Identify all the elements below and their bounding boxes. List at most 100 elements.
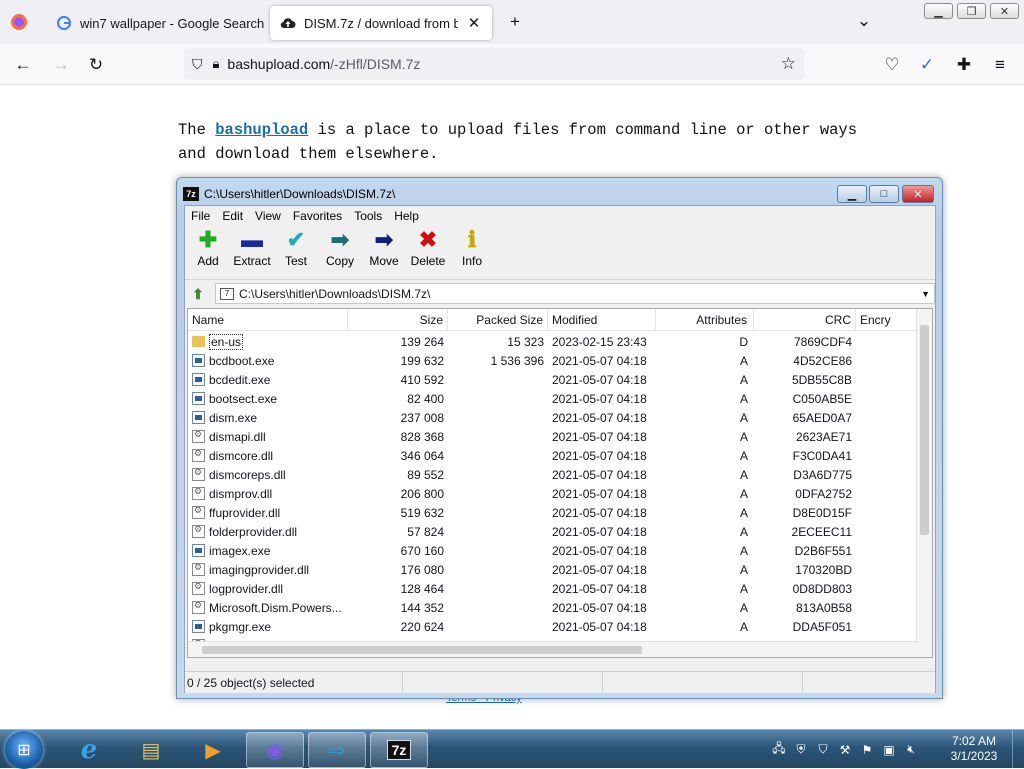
test-button[interactable]: ✔ Test	[275, 226, 317, 279]
table-row[interactable]: imagex.exe 670 160 2021-05-07 04:18 A D2B6F5…	[188, 541, 918, 560]
tools-icon[interactable]: ⚒	[834, 743, 856, 757]
network-icon[interactable]: 🖧︎	[768, 739, 790, 760]
column-crc[interactable]: CRC	[754, 309, 856, 330]
copy-button[interactable]: ➡ Copy	[319, 226, 361, 279]
vertical-scrollbar[interactable]	[916, 309, 932, 657]
table-row[interactable]: bootsect.exe 82 400 2021-05-07 04:18 A C050A…	[188, 389, 918, 408]
info-icon: ℹ	[467, 227, 477, 252]
show-desktop-button[interactable]	[1012, 730, 1024, 769]
column-packed-size[interactable]: Packed Size	[448, 309, 548, 330]
back-button[interactable]: ←	[10, 52, 36, 78]
menu-favorites[interactable]: Favorites	[287, 209, 348, 223]
tab-bashupload[interactable]: DISM.7z / download from bashupload ✕	[270, 6, 492, 40]
taskbar-remote-desktop[interactable]: ⇨	[308, 732, 366, 768]
flag-icon[interactable]: ⚑	[856, 743, 878, 757]
hamburger-menu-icon[interactable]: ≡	[987, 52, 1013, 78]
cell-attributes: A	[739, 581, 748, 596]
add-button[interactable]: ✚ Add	[187, 226, 229, 279]
cell-crc: 4D52CE86	[793, 353, 852, 368]
menu-view[interactable]: View	[249, 209, 287, 223]
intro-paragraph: The bashupload is a place to upload file…	[178, 121, 858, 163]
delete-button[interactable]: ✖ Delete	[407, 226, 449, 279]
menu-help[interactable]: Help	[388, 209, 425, 223]
7zip-window: 7z C:\Users\hitler\Downloads\DISM.7z\ ▁ …	[176, 177, 943, 699]
taskbar-7zip[interactable]: 7z	[370, 732, 428, 768]
column-name[interactable]: Name	[188, 309, 348, 330]
table-row[interactable]: bcdedit.exe 410 592 2021-05-07 04:18 A 5DB55…	[188, 370, 918, 389]
volume-muted-icon[interactable]: 🔇︎	[900, 742, 922, 757]
menu-edit[interactable]: Edit	[216, 209, 249, 223]
bookmark-star-icon[interactable]: ☆	[781, 54, 796, 74]
security-icon[interactable]: ⛨	[790, 742, 812, 757]
dropdown-arrow-icon[interactable]: ▼	[921, 289, 930, 299]
file-rows: en-us 139 264 15 323 2023-02-15 23:43 D 7869C…	[188, 332, 918, 655]
table-row[interactable]: Microsoft.Dism.Powers... 144 352 2021-05-0…	[188, 598, 918, 617]
table-row[interactable]: ffuprovider.dll 519 632 2021-05-07 04:18 A D…	[188, 503, 918, 522]
table-row[interactable]: pkgmgr.exe 220 624 2021-05-07 04:18 A DDA5F0…	[188, 617, 918, 636]
media-player-icon: ▶	[205, 739, 221, 762]
cell-size: 57 824	[407, 524, 444, 539]
tab-list-button[interactable]: ⌄	[851, 8, 877, 34]
menu-file[interactable]: File	[185, 209, 216, 223]
info-button[interactable]: ℹ Info	[451, 226, 493, 279]
pocket-icon[interactable]: ♡	[879, 52, 905, 78]
new-tab-button[interactable]: +	[502, 9, 528, 35]
taskbar-media-player[interactable]: ▶	[184, 732, 242, 768]
table-row[interactable]: dismprov.dll 206 800 2021-05-07 04:18 A 0DFA…	[188, 484, 918, 503]
table-row[interactable]: dismapi.dll 828 368 2021-05-07 04:18 A 2623A…	[188, 427, 918, 446]
taskbar-firefox[interactable]: ◉	[246, 732, 304, 768]
cell-crc: 7869CDF4	[793, 334, 852, 349]
shield-icon[interactable]: ⛉	[192, 56, 203, 73]
url-bar[interactable]: ⛉ 🔒︎ bashupload.com/-zHfl/DISM.7z ☆	[184, 48, 804, 80]
display-icon[interactable]: ▣	[878, 743, 900, 757]
table-row[interactable]: en-us 139 264 15 323 2023-02-15 23:43 D 7869C…	[188, 332, 918, 351]
table-row[interactable]: logprovider.dll 128 464 2021-05-07 04:18 A 0…	[188, 579, 918, 598]
path-field[interactable]: 7 C:\Users\hitler\Downloads\DISM.7z\ ▼	[215, 283, 935, 304]
clock[interactable]: 7:02 AM 3/1/2023	[944, 734, 1004, 764]
taskbar-file-explorer[interactable]: ▤	[122, 732, 180, 768]
table-row[interactable]: dismcoreps.dll 89 552 2021-05-07 04:18 A D3A…	[188, 465, 918, 484]
reload-button[interactable]: ↻	[83, 52, 109, 78]
minimize-button[interactable]: ▁	[924, 3, 953, 19]
column-attributes[interactable]: Attributes	[656, 309, 754, 330]
column-size[interactable]: Size	[348, 309, 448, 330]
restore-button[interactable]: ❐	[957, 3, 986, 19]
lock-icon[interactable]: 🔒︎	[213, 56, 220, 72]
close-window-button[interactable]: ✕	[990, 3, 1019, 19]
exe-file-icon	[192, 373, 205, 386]
minimize-button[interactable]: ▁	[837, 185, 867, 203]
folder-up-icon[interactable]: ⬆	[187, 283, 209, 305]
forward-button[interactable]: →	[48, 52, 74, 78]
cell-size: 206 800	[400, 486, 444, 501]
table-row[interactable]: bcdboot.exe 199 632 1 536 396 2021-05-07 04…	[188, 351, 918, 370]
extensions-icon[interactable]: ✚	[951, 52, 977, 78]
horizontal-scrollbar[interactable]	[188, 641, 918, 657]
cell-attributes: A	[739, 505, 748, 520]
extract-button[interactable]: ▬ Extract	[231, 226, 273, 279]
table-row[interactable]: folderprovider.dll 57 824 2021-05-07 04:18…	[188, 522, 918, 541]
start-button[interactable]: ⊞	[5, 731, 43, 769]
bashupload-link[interactable]: bashupload	[215, 121, 308, 139]
close-tab-icon[interactable]: ✕	[466, 14, 482, 32]
taskbar-internet-explorer[interactable]: e	[60, 732, 118, 768]
dll-file-icon	[192, 601, 205, 614]
column-modified[interactable]: Modified	[548, 309, 656, 330]
table-row[interactable]: dism.exe 237 008 2021-05-07 04:18 A 65AED0A7	[188, 408, 918, 427]
plus-icon: ✚	[198, 227, 218, 252]
tab-google-search[interactable]: win7 wallpaper - Google Search ✕	[46, 6, 298, 40]
move-button[interactable]: ➡ Move	[363, 226, 405, 279]
scroll-thumb[interactable]	[920, 325, 929, 535]
firefox-menu-icon[interactable]	[6, 9, 32, 35]
menu-tools[interactable]: Tools	[348, 209, 388, 223]
column-encrypted[interactable]: Encry	[856, 309, 918, 330]
cell-name: dism.exe	[188, 411, 348, 425]
scroll-thumb[interactable]	[202, 646, 642, 654]
cell-modified: 2021-05-07 04:18	[552, 505, 647, 520]
account-check-icon[interactable]: ✓	[914, 52, 940, 78]
table-row[interactable]: dismcore.dll 346 064 2021-05-07 04:18 A F3C0…	[188, 446, 918, 465]
cell-crc: F3C0DA41	[792, 448, 852, 463]
maximize-button[interactable]: □	[869, 185, 899, 203]
table-row[interactable]: imagingprovider.dll 176 080 2021-05-07 04:…	[188, 560, 918, 579]
close-button[interactable]: ✕	[902, 185, 934, 203]
shield-icon[interactable]: ⛉	[812, 742, 834, 757]
